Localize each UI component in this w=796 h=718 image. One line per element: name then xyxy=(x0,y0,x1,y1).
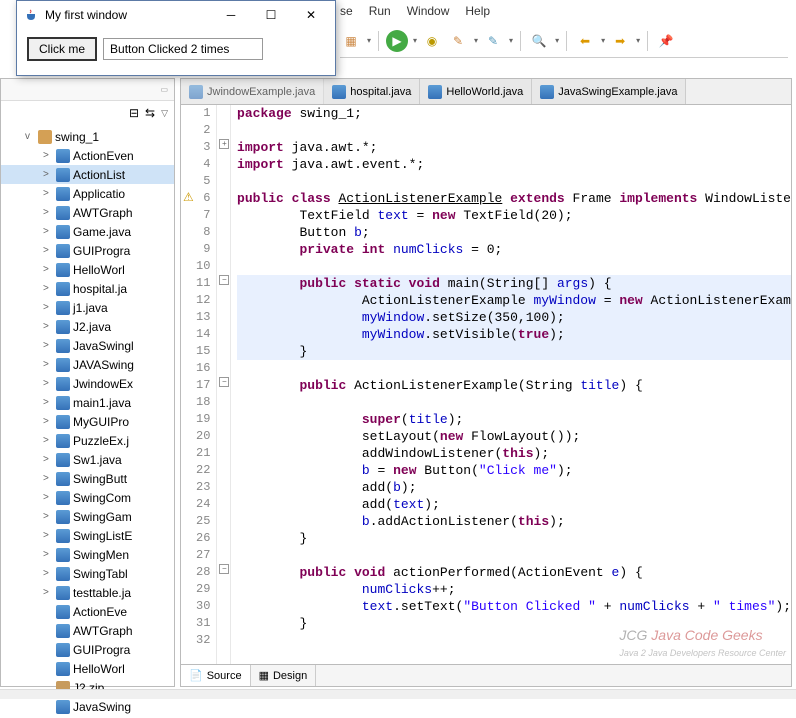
tree-file-item[interactable]: HelloWorl xyxy=(1,659,174,678)
maximize-button[interactable]: ☐ xyxy=(251,4,291,26)
tree-file-item[interactable]: >MyGUIPro xyxy=(1,412,174,431)
editor-tab[interactable]: JavaSwingExample.java xyxy=(532,79,686,104)
open-type-icon[interactable]: ◉ xyxy=(421,30,443,52)
view-menu-icon[interactable]: ▽ xyxy=(161,108,168,119)
design-icon: ▦ xyxy=(259,669,269,682)
tree-file-item[interactable]: >ActionEven xyxy=(1,146,174,165)
tree-file-item[interactable]: >GUIProgra xyxy=(1,241,174,260)
editor-area: JwindowExample.java hospital.java HelloW… xyxy=(180,78,792,687)
tree-file-item[interactable]: >JwindowEx xyxy=(1,374,174,393)
package-tree: v swing_1 >ActionEven>ActionList>Applica… xyxy=(1,125,174,718)
editor-bottom-tabs: 📄Source ▦Design xyxy=(181,664,791,686)
panel-close-icon[interactable]: ▭ xyxy=(160,85,168,94)
eclipse-toolbar: ▦▾ ▶▾ ◉ ✎▾ ✎▾ 🔍▾ ⬅▾ ➡▾ 📌 xyxy=(340,24,788,58)
java-window-titlebar[interactable]: My first window ─ ☐ ✕ xyxy=(17,1,335,29)
tree-file-item[interactable]: >SwingListE xyxy=(1,526,174,545)
tree-file-item[interactable]: AWTGraph xyxy=(1,621,174,640)
tree-file-item[interactable]: >Game.java xyxy=(1,222,174,241)
eclipse-menu-bar: se Run Window Help xyxy=(340,4,490,18)
java-cup-icon xyxy=(23,7,39,23)
collapse-all-icon[interactable]: ⊟ xyxy=(129,106,139,120)
link-editor-icon[interactable]: ⇆ xyxy=(145,106,155,120)
close-button[interactable]: ✕ xyxy=(291,4,331,26)
code-editor[interactable]: 12345⚠6789101112131415161718192021222324… xyxy=(181,105,791,664)
editor-tab[interactable]: HelloWorld.java xyxy=(420,79,532,104)
tree-file-item[interactable]: >j1.java xyxy=(1,298,174,317)
java-application-window: My first window ─ ☐ ✕ Click me xyxy=(16,0,336,76)
fold-icon[interactable]: + xyxy=(219,139,229,149)
result-textfield[interactable] xyxy=(103,38,263,60)
tree-file-item[interactable]: >JAVASwing xyxy=(1,355,174,374)
fold-icon[interactable]: − xyxy=(219,377,229,387)
click-me-button[interactable]: Click me xyxy=(27,37,97,61)
tree-file-item[interactable]: JavaSwing xyxy=(1,697,174,716)
new-package-icon[interactable]: ✎ xyxy=(447,30,469,52)
tree-file-item[interactable]: >testtable.ja xyxy=(1,583,174,602)
toolbar-new-icon[interactable]: ▦ xyxy=(340,30,362,52)
tree-package-root[interactable]: v swing_1 xyxy=(1,127,174,146)
tree-file-item[interactable]: >SwingTabl xyxy=(1,564,174,583)
tree-file-item[interactable]: >SwingCom xyxy=(1,488,174,507)
new-class-icon[interactable]: ✎ xyxy=(482,30,504,52)
tree-file-item[interactable]: >AWTGraph xyxy=(1,203,174,222)
menu-run[interactable]: Run xyxy=(369,4,391,18)
tree-file-item[interactable]: GUIProgra xyxy=(1,640,174,659)
tree-file-item[interactable]: >main1.java xyxy=(1,393,174,412)
tree-file-item[interactable]: >SwingGam xyxy=(1,507,174,526)
source-tab[interactable]: 📄Source xyxy=(181,665,251,686)
menu-help[interactable]: Help xyxy=(465,4,490,18)
editor-tab[interactable]: JwindowExample.java xyxy=(181,79,324,104)
tree-file-item[interactable]: >hospital.ja xyxy=(1,279,174,298)
search-icon[interactable]: 🔍 xyxy=(528,30,550,52)
tree-file-item[interactable]: >HelloWorl xyxy=(1,260,174,279)
forward-icon[interactable]: ➡ xyxy=(609,30,631,52)
tree-file-item[interactable]: >PuzzleEx.j xyxy=(1,431,174,450)
horizontal-scrollbar[interactable] xyxy=(0,689,796,699)
tree-file-item[interactable]: >SwingMen xyxy=(1,545,174,564)
back-icon[interactable]: ⬅ xyxy=(574,30,596,52)
tree-file-item[interactable]: >Applicatio xyxy=(1,184,174,203)
tree-file-item[interactable]: >J2.java xyxy=(1,317,174,336)
editor-tab[interactable]: hospital.java xyxy=(324,79,420,104)
pin-icon[interactable]: 📌 xyxy=(655,30,677,52)
package-explorer-panel: ▭ ⊟ ⇆ ▽ v swing_1 >ActionEven>ActionList… xyxy=(0,78,175,687)
menu-item[interactable]: se xyxy=(340,4,353,18)
tree-file-item[interactable]: >ActionList xyxy=(1,165,174,184)
run-icon[interactable]: ▶ xyxy=(386,30,408,52)
editor-tabs: JwindowExample.java hospital.java HelloW… xyxy=(181,79,791,105)
tree-file-item[interactable]: >Sw1.java xyxy=(1,450,174,469)
tree-file-item[interactable]: >JavaSwingl xyxy=(1,336,174,355)
fold-icon[interactable]: − xyxy=(219,275,229,285)
java-window-title: My first window xyxy=(45,8,127,22)
design-tab[interactable]: ▦Design xyxy=(251,665,317,686)
minimize-button[interactable]: ─ xyxy=(211,4,251,26)
menu-window[interactable]: Window xyxy=(407,4,450,18)
tree-file-item[interactable]: >SwingButt xyxy=(1,469,174,488)
source-icon: 📄 xyxy=(189,669,203,682)
fold-icon[interactable]: − xyxy=(219,564,229,574)
tree-file-item[interactable]: ActionEve xyxy=(1,602,174,621)
